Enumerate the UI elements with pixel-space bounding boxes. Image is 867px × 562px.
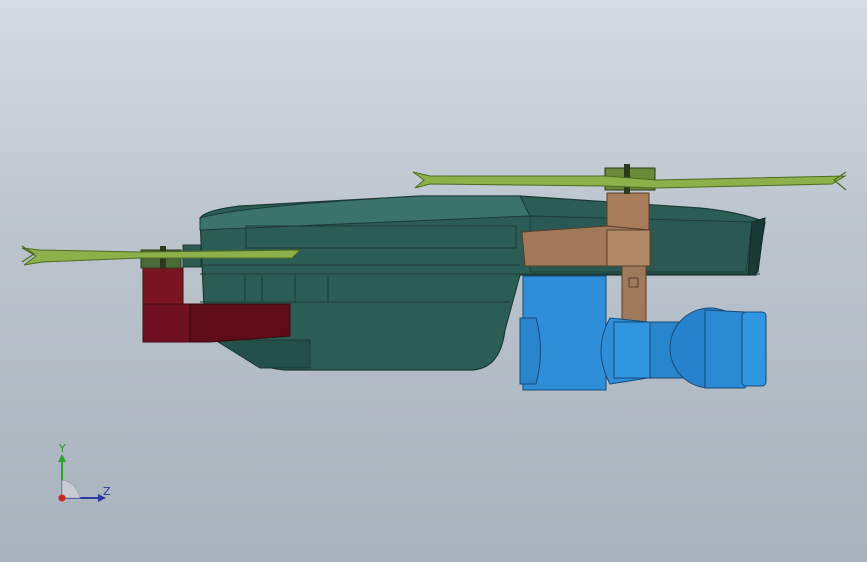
rear-propeller[interactable] [412,164,847,194]
cad-viewport[interactable]: Y Z [0,0,867,562]
origin-icon [58,494,66,502]
xz-plane-icon [61,479,81,499]
drone-model[interactable] [0,0,867,562]
y-axis-label: Y [59,442,66,455]
axis-triad [58,454,106,502]
y-axis-arrow-icon [58,454,66,462]
z-axis-label: Z [103,485,111,498]
